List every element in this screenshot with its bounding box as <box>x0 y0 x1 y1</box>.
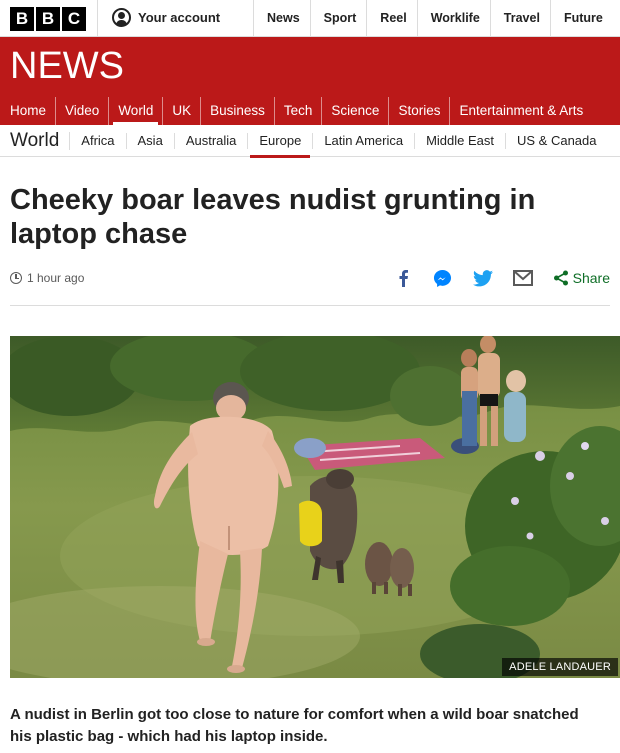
share-icon <box>553 270 568 286</box>
nav-science[interactable]: Science <box>321 97 388 125</box>
article-image: ADELE LANDAUER <box>10 336 620 678</box>
subnav-asia[interactable]: Asia <box>127 132 175 149</box>
facebook-icon[interactable] <box>393 268 413 288</box>
subnav-africa[interactable]: Africa <box>70 132 127 149</box>
top-nav-news[interactable]: News <box>253 0 310 37</box>
top-nav-sport[interactable]: Sport <box>309 0 367 37</box>
user-icon <box>112 8 131 27</box>
subnav-europe[interactable]: Europe <box>248 132 314 158</box>
twitter-icon[interactable] <box>472 268 493 288</box>
section-title[interactable]: World <box>0 131 71 150</box>
top-bar: B B C Your account News Sport Reel Workl… <box>0 0 620 37</box>
timestamp-text: 1 hour ago <box>27 271 85 285</box>
nav-tech[interactable]: Tech <box>273 97 322 125</box>
subnav-us-canada[interactable]: US & Canada <box>506 133 608 149</box>
bbc-logo[interactable]: B B C <box>10 7 86 31</box>
nav-world[interactable]: World <box>108 97 162 125</box>
nav-business[interactable]: Business <box>200 97 274 125</box>
news-logo[interactable]: NEWS <box>10 45 124 88</box>
nav-home[interactable]: Home <box>0 97 55 125</box>
share-label: Share <box>572 270 610 286</box>
timestamp: 1 hour ago <box>10 271 84 285</box>
subnav-latin-america[interactable]: Latin America <box>313 132 416 149</box>
subnav-australia[interactable]: Australia <box>175 132 249 149</box>
top-nav-travel[interactable]: Travel <box>489 0 550 37</box>
email-icon[interactable] <box>512 268 533 288</box>
news-header: NEWS Home Video World UK Business Tech S… <box>0 37 620 125</box>
image-credit: ADELE LANDAUER <box>502 658 618 676</box>
nav-entertainment-arts[interactable]: Entertainment & Arts <box>449 97 592 125</box>
share-button[interactable]: Share <box>553 270 610 286</box>
divider <box>97 0 98 37</box>
world-sub-nav: World Africa Asia Australia Europe Latin… <box>0 125 620 158</box>
article-headline: Cheeky boar leaves nudist grunting in la… <box>10 184 536 250</box>
account-label: Your account <box>138 10 221 25</box>
account-link[interactable]: Your account <box>112 8 220 27</box>
messenger-icon[interactable] <box>433 268 453 288</box>
top-nav-reel[interactable]: Reel <box>366 0 416 37</box>
nav-uk[interactable]: UK <box>162 97 200 125</box>
article-meta: 1 hour ago Share <box>10 269 610 306</box>
article-summary: A nudist in Berlin got too close to natu… <box>10 706 579 745</box>
share-tools: Share <box>393 266 610 290</box>
top-nav-future[interactable]: Future <box>549 0 613 37</box>
bbc-logo-letter: C <box>62 7 86 31</box>
nav-video[interactable]: Video <box>55 97 108 125</box>
main-nav: Home Video World UK Business Tech Scienc… <box>0 97 620 125</box>
top-nav: News Sport Reel Worklife Travel Future <box>253 0 613 37</box>
boar-photo-illustration <box>10 336 620 678</box>
clock-icon <box>10 272 22 284</box>
bbc-logo-letter: B <box>10 7 34 31</box>
nav-stories[interactable]: Stories <box>388 97 449 125</box>
subnav-middle-east[interactable]: Middle East <box>415 132 506 149</box>
top-nav-worklife[interactable]: Worklife <box>416 0 490 37</box>
bbc-logo-letter: B <box>36 7 60 31</box>
